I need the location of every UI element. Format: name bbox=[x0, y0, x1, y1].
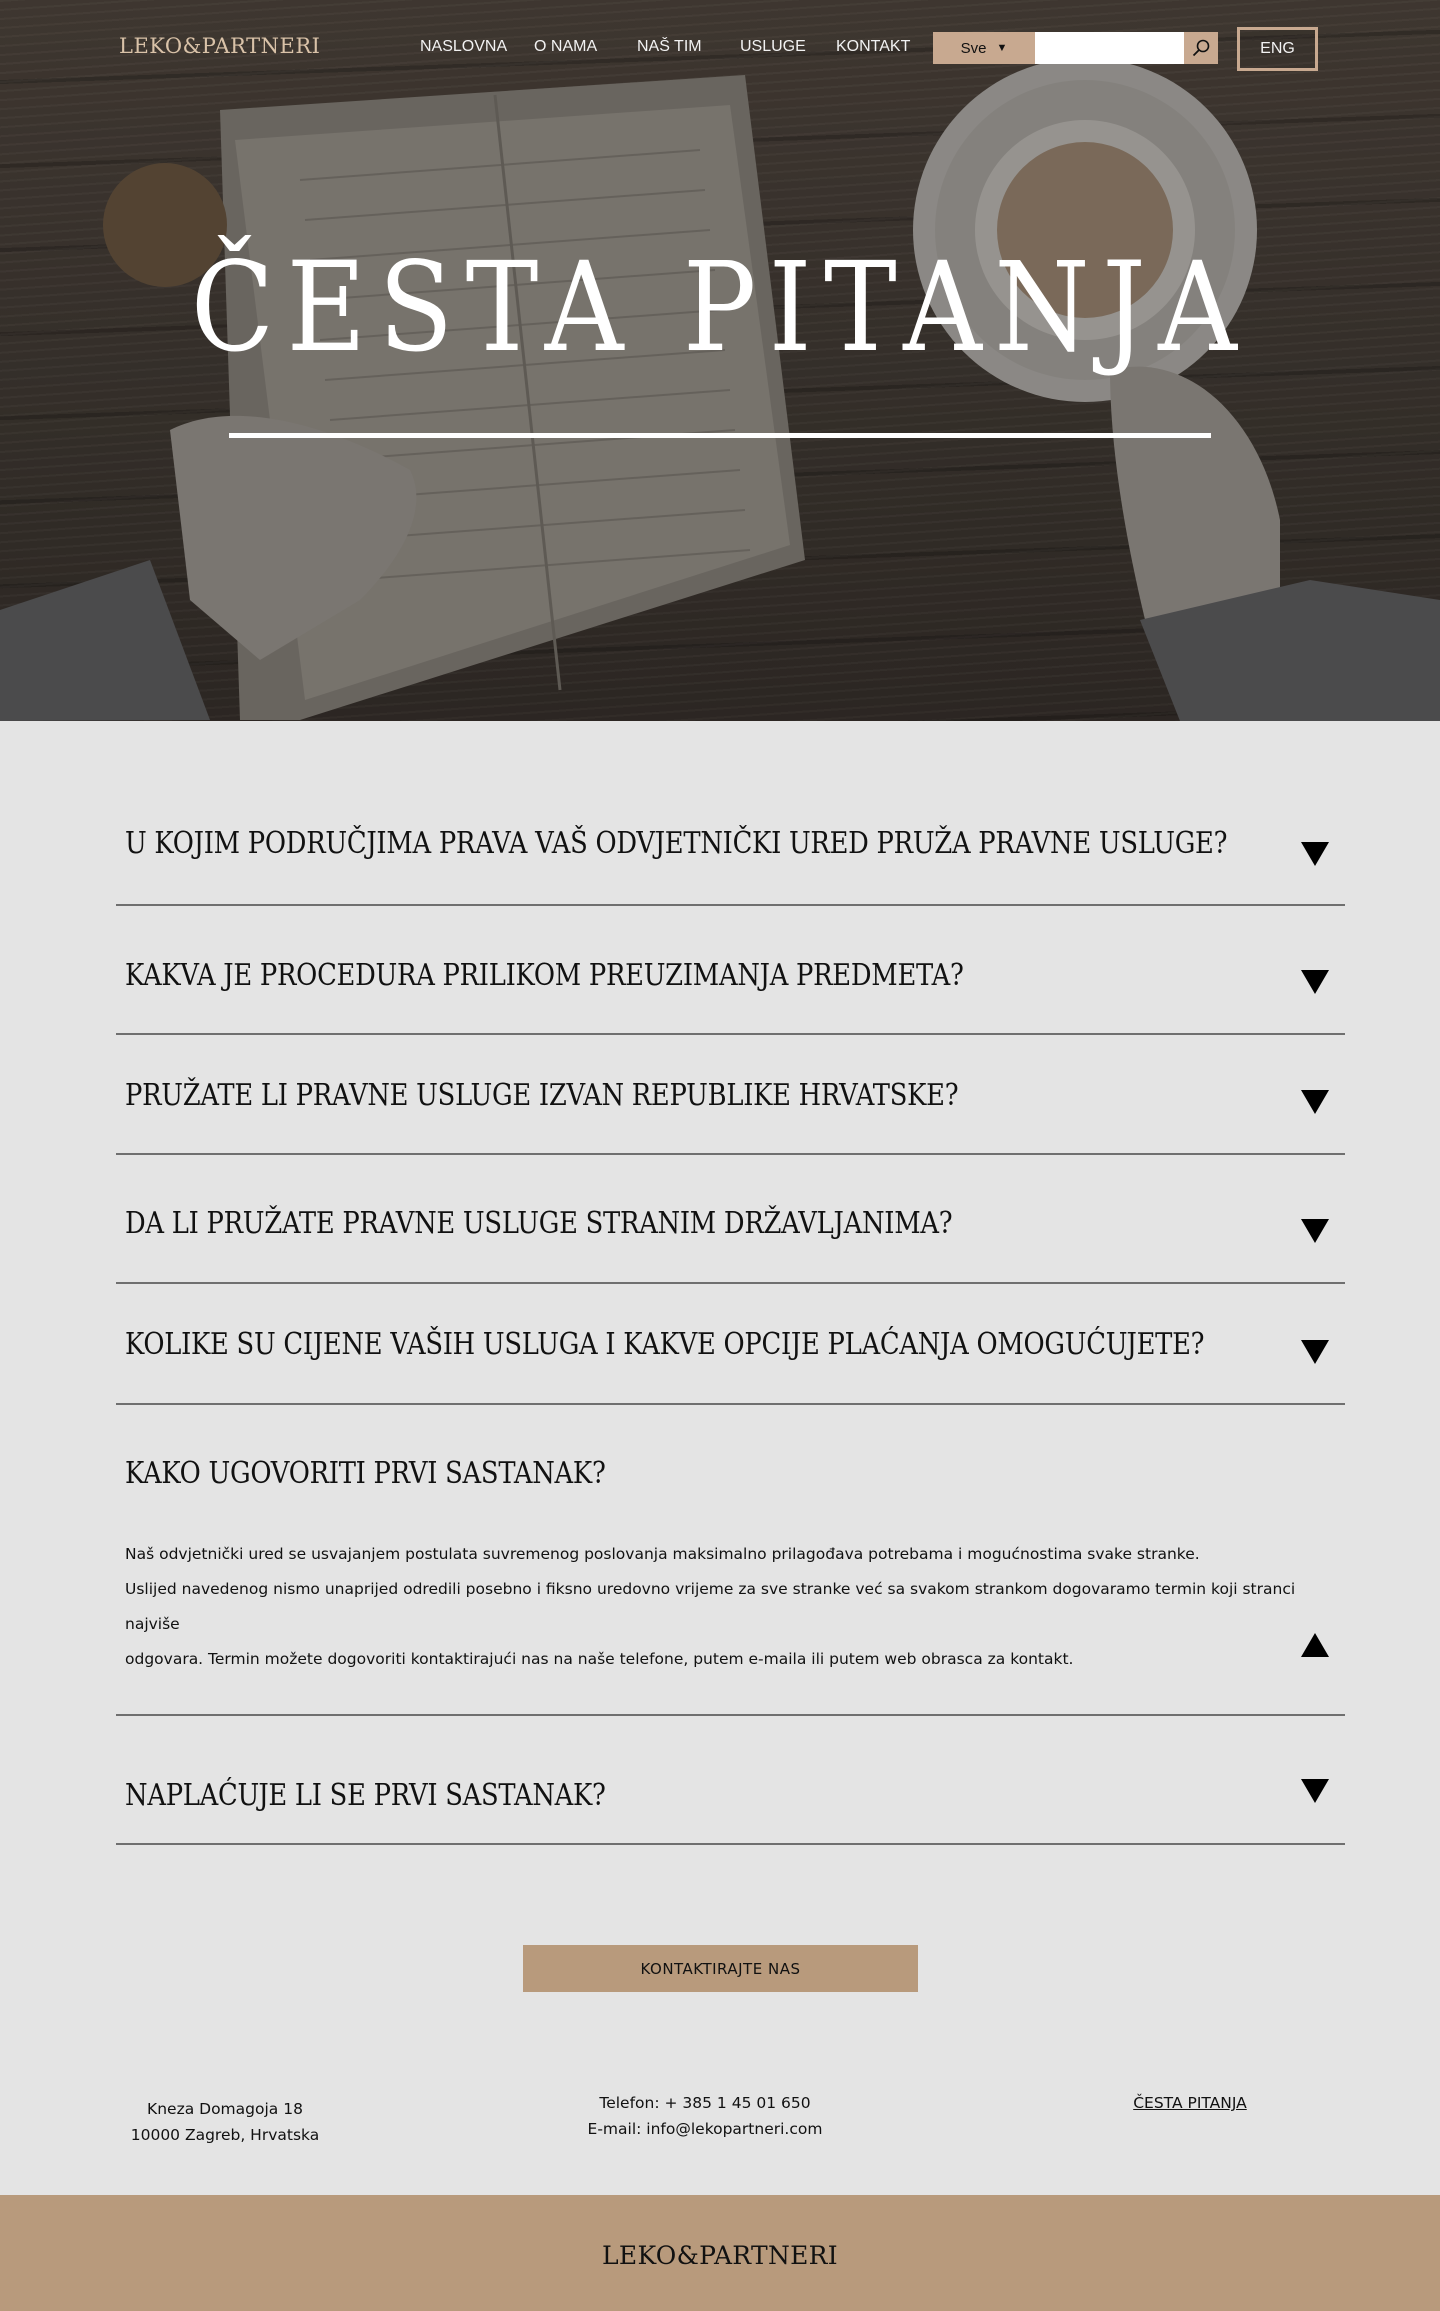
footer-email[interactable]: E-mail: info@lekopartneri.com bbox=[570, 2116, 840, 2142]
faq-item-1[interactable]: U KOJIM PODRUČJIMA PRAVA VAŠ ODVJETNIČKI… bbox=[116, 812, 1345, 906]
address-street: Kneza Domagoja 18 bbox=[147, 2100, 303, 2118]
faq-question[interactable]: KOLIKE SU CIJENE VAŠIH USLUGA I KAKVE OP… bbox=[125, 1327, 1205, 1362]
faq-answer-line: Uslijed navedenog nismo unaprijed odredi… bbox=[125, 1580, 1296, 1633]
expand-arrow-icon[interactable] bbox=[1301, 1340, 1329, 1364]
faq-item-7[interactable]: NAPLAĆUJE LI SE PRVI SASTANAK? bbox=[116, 1716, 1345, 1845]
faq-question[interactable]: DA LI PRUŽATE PRAVNE USLUGE STRANIM DRŽA… bbox=[125, 1206, 953, 1241]
footer-phone[interactable]: Telefon: + 385 1 45 01 650 bbox=[570, 2090, 840, 2116]
faq-answer: Naš odvjetnički ured se usvajanjem postu… bbox=[125, 1537, 1305, 1677]
faq-question[interactable]: KAKVA JE PROCEDURA PRILIKOM PREUZIMANJA … bbox=[125, 958, 964, 993]
collapse-arrow-icon[interactable] bbox=[1301, 1633, 1329, 1657]
faq-answer-line: odgovara. Termin možete dogovoriti konta… bbox=[125, 1650, 1074, 1668]
expand-arrow-icon[interactable] bbox=[1301, 970, 1329, 994]
faq-item-2[interactable]: KAKVA JE PROCEDURA PRILIKOM PREUZIMANJA … bbox=[116, 906, 1345, 1035]
faq-question[interactable]: KAKO UGOVORITI PRVI SASTANAK? bbox=[125, 1456, 606, 1491]
faq-question[interactable]: NAPLAĆUJE LI SE PRVI SASTANAK? bbox=[125, 1778, 606, 1813]
footer-contact: Telefon: + 385 1 45 01 650 E-mail: info@… bbox=[570, 2090, 840, 2142]
footer-band: LEKO&PARTNERI bbox=[0, 2195, 1440, 2311]
faq-answer-line: Naš odvjetnički ured se usvajanjem postu… bbox=[125, 1545, 1200, 1563]
faq-item-6-expanded[interactable]: KAKO UGOVORITI PRVI SASTANAK? Naš odvjet… bbox=[116, 1405, 1345, 1716]
faq-item-3[interactable]: PRUŽATE LI PRAVNE USLUGE IZVAN REPUBLIKE… bbox=[116, 1035, 1345, 1155]
footer-logo[interactable]: LEKO&PARTNERI bbox=[0, 2241, 1440, 2270]
footer-address: Kneza Domagoja 18 10000 Zagreb, Hrvatska bbox=[125, 2096, 325, 2148]
expand-arrow-icon[interactable] bbox=[1301, 1779, 1329, 1803]
expand-arrow-icon[interactable] bbox=[1301, 842, 1329, 866]
faq-spacer bbox=[116, 0, 1345, 905]
footer-link-faq[interactable]: ČESTA PITANJA bbox=[1120, 2090, 1260, 2116]
address-city: 10000 Zagreb, Hrvatska bbox=[130, 2126, 320, 2144]
faq-item-5[interactable]: KOLIKE SU CIJENE VAŠIH USLUGA I KAKVE OP… bbox=[116, 1284, 1345, 1405]
faq-question[interactable]: U KOJIM PODRUČJIMA PRAVA VAŠ ODVJETNIČKI… bbox=[125, 826, 1227, 861]
faq-item-4[interactable]: DA LI PRUŽATE PRAVNE USLUGE STRANIM DRŽA… bbox=[116, 1155, 1345, 1284]
contact-us-button[interactable]: KONTAKTIRAJTE NAS bbox=[523, 1945, 918, 1992]
faq-question[interactable]: PRUŽATE LI PRAVNE USLUGE IZVAN REPUBLIKE… bbox=[125, 1078, 959, 1113]
expand-arrow-icon[interactable] bbox=[1301, 1219, 1329, 1243]
expand-arrow-icon[interactable] bbox=[1301, 1090, 1329, 1114]
